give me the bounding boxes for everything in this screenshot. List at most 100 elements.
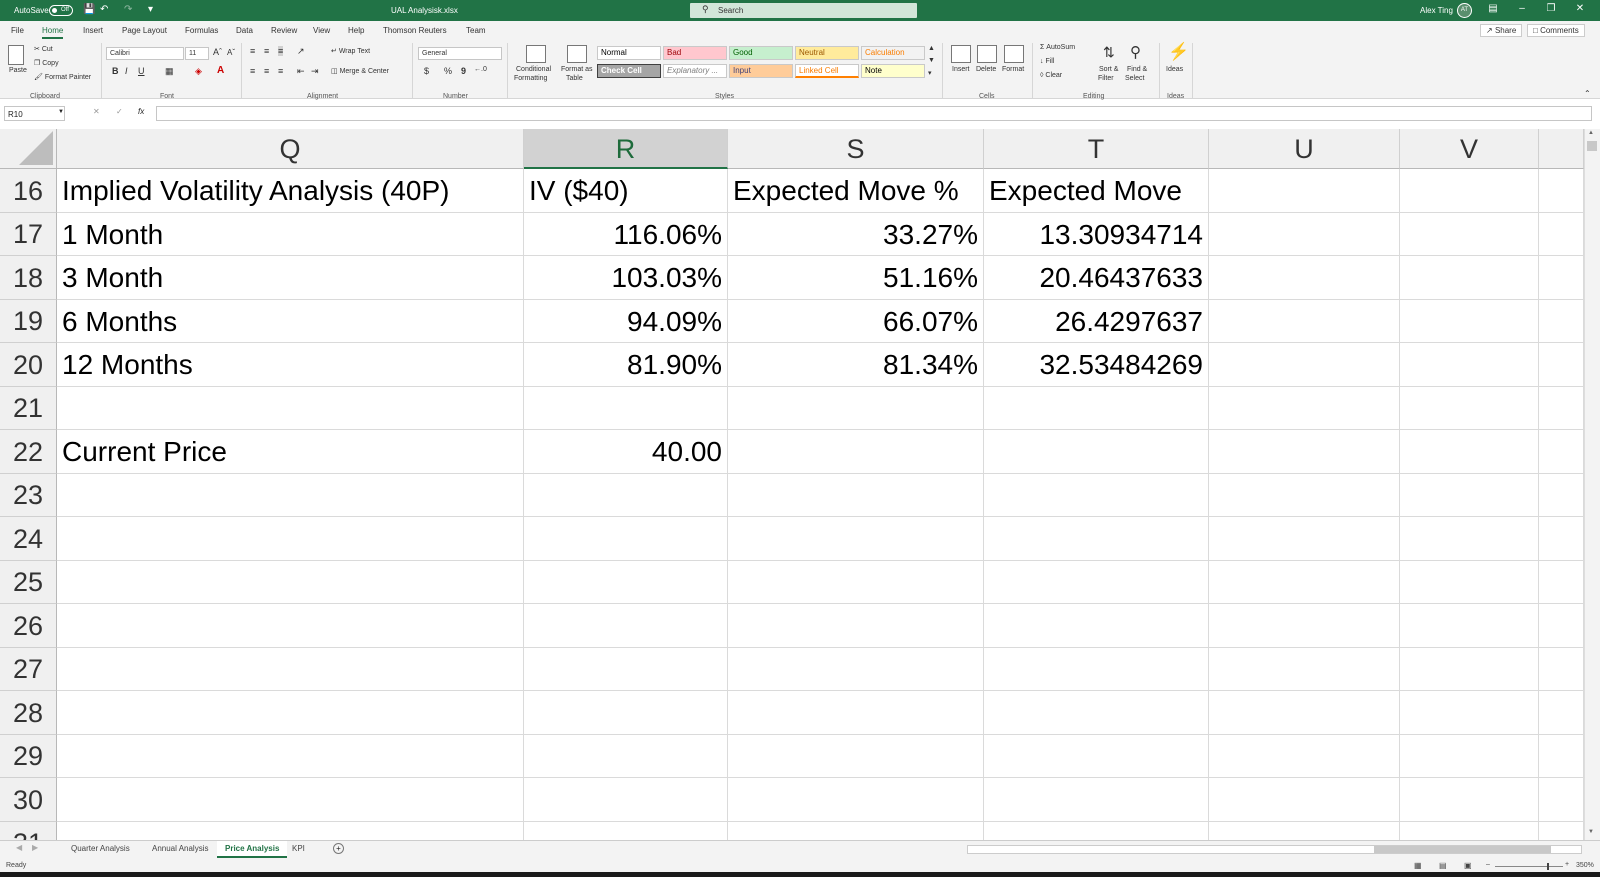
align-left-icon[interactable]: ≡ — [250, 66, 255, 76]
cell-v26[interactable] — [1400, 604, 1539, 648]
cell-u18[interactable] — [1209, 256, 1400, 300]
cell-q24[interactable] — [57, 517, 524, 561]
formula-input[interactable] — [156, 106, 1592, 121]
cell-v28[interactable] — [1400, 691, 1539, 735]
cell-s23[interactable] — [728, 474, 984, 517]
cell-s24[interactable] — [728, 517, 984, 561]
cell-t27[interactable] — [984, 648, 1209, 691]
cell-q26[interactable] — [57, 604, 524, 648]
save-icon[interactable]: 💾 — [83, 4, 95, 16]
cell-t20[interactable]: 32.53484269 — [984, 343, 1209, 387]
cell-v16[interactable] — [1400, 169, 1539, 213]
autosave-toggle[interactable]: Off — [49, 5, 73, 16]
cell-q29[interactable] — [57, 735, 524, 778]
cell-u21[interactable] — [1209, 387, 1400, 430]
cell-v23[interactable] — [1400, 474, 1539, 517]
cell-u25[interactable] — [1209, 561, 1400, 604]
scroll-thumb[interactable] — [1587, 141, 1597, 151]
zoom-slider[interactable] — [1495, 863, 1563, 870]
vertical-scrollbar[interactable]: ▲ ▼ — [1584, 129, 1600, 840]
cell-s20[interactable]: 81.34% — [728, 343, 984, 387]
column-header-v[interactable]: V — [1400, 129, 1539, 169]
cell-u29[interactable] — [1209, 735, 1400, 778]
fill-button[interactable]: ↓ Fill — [1040, 58, 1054, 65]
styles-scroll-up-icon[interactable]: ▲ — [928, 45, 935, 52]
format-painter-button[interactable]: 🖌 Format Painter — [34, 73, 91, 81]
cell-s26[interactable] — [728, 604, 984, 648]
scroll-down-icon[interactable]: ▼ — [1588, 829, 1594, 835]
cell-u23[interactable] — [1209, 474, 1400, 517]
sort-label[interactable]: Sort & — [1099, 66, 1118, 73]
file-name[interactable]: UAL Analysisk.xlsx — [391, 6, 458, 15]
redo-icon[interactable]: ↷ — [124, 4, 132, 16]
conditional-formatting-icon[interactable] — [526, 45, 546, 63]
wrap-text-button[interactable]: ↵ Wrap Text — [331, 47, 370, 55]
share-button[interactable]: ↗ Share — [1480, 24, 1523, 37]
cell-r31[interactable] — [524, 822, 728, 840]
sort-filter-icon[interactable]: ⇅ — [1103, 44, 1115, 61]
borders-icon[interactable]: ▦ — [165, 66, 174, 77]
cell-style-check-cell[interactable]: Check Cell — [597, 64, 661, 78]
row-header-28[interactable]: 28 — [0, 691, 57, 735]
cell-partial-21[interactable] — [1539, 387, 1584, 430]
row-header-18[interactable]: 18 — [0, 256, 57, 300]
cell-r20[interactable]: 81.90% — [524, 343, 728, 387]
cell-v22[interactable] — [1400, 430, 1539, 474]
row-header-19[interactable]: 19 — [0, 300, 57, 343]
page-layout-view-icon[interactable]: ▤ — [1439, 861, 1447, 870]
column-header-r[interactable]: R — [524, 129, 728, 169]
row-header-22[interactable]: 22 — [0, 430, 57, 474]
cell-t19[interactable]: 26.4297637 — [984, 300, 1209, 343]
paste-button[interactable]: Paste — [9, 67, 27, 74]
cell-partial-28[interactable] — [1539, 691, 1584, 735]
column-header-partial[interactable] — [1539, 129, 1584, 169]
cell-partial-17[interactable] — [1539, 213, 1584, 256]
cell-r18[interactable]: 103.03% — [524, 256, 728, 300]
minimize-icon[interactable]: – — [1512, 3, 1532, 14]
cell-partial-31[interactable] — [1539, 822, 1584, 840]
cell-style-explanatory[interactable]: Explanatory ... — [663, 64, 727, 78]
cell-q30[interactable] — [57, 778, 524, 822]
cell-q31[interactable] — [57, 822, 524, 840]
cell-t30[interactable] — [984, 778, 1209, 822]
align-middle-icon[interactable]: ≡ — [264, 46, 269, 56]
cell-s28[interactable] — [728, 691, 984, 735]
cell-q18[interactable]: 3 Month — [57, 256, 524, 300]
cell-style-bad[interactable]: Bad — [663, 46, 727, 60]
currency-button[interactable]: $ — [424, 66, 429, 76]
row-header-31[interactable]: 31 — [0, 822, 57, 840]
comments-button[interactable]: □ Comments — [1527, 24, 1585, 37]
prev-sheet-icon[interactable]: ◀ — [16, 843, 22, 852]
cell-partial-26[interactable] — [1539, 604, 1584, 648]
column-header-t[interactable]: T — [984, 129, 1209, 169]
row-header-17[interactable]: 17 — [0, 213, 57, 256]
italic-button[interactable]: I — [125, 66, 128, 76]
find-select-icon[interactable]: ⚲ — [1130, 43, 1141, 61]
menu-file[interactable]: File — [11, 26, 24, 35]
cell-u20[interactable] — [1209, 343, 1400, 387]
restore-icon[interactable]: ❐ — [1541, 3, 1561, 14]
tab-price-analysis[interactable]: Price Analysis — [217, 841, 288, 858]
delete-cells-button[interactable]: Delete — [976, 66, 996, 73]
align-center-icon[interactable]: ≡ — [264, 66, 269, 76]
cell-partial-27[interactable] — [1539, 648, 1584, 691]
cell-u30[interactable] — [1209, 778, 1400, 822]
cell-v30[interactable] — [1400, 778, 1539, 822]
cell-t22[interactable] — [984, 430, 1209, 474]
menu-thomson-reuters[interactable]: Thomson Reuters — [383, 26, 447, 35]
font-size-box[interactable]: 11 — [185, 47, 209, 60]
column-header-q[interactable]: Q — [57, 129, 524, 169]
find-label[interactable]: Find & — [1127, 66, 1147, 73]
comma-button[interactable]: 9 — [461, 66, 466, 76]
ribbon-display-icon[interactable]: ▤ — [1483, 3, 1503, 14]
cell-s21[interactable] — [728, 387, 984, 430]
cell-q19[interactable]: 6 Months — [57, 300, 524, 343]
select-label[interactable]: Select — [1125, 75, 1144, 82]
ideas-button[interactable]: Ideas — [1166, 66, 1183, 73]
horizontal-scrollbar[interactable] — [967, 845, 1582, 854]
cell-style-neutral[interactable]: Neutral — [795, 46, 859, 60]
menu-team[interactable]: Team — [466, 26, 486, 35]
cell-r26[interactable] — [524, 604, 728, 648]
increase-decimal-icon[interactable]: ←.0 — [474, 66, 487, 73]
cell-u24[interactable] — [1209, 517, 1400, 561]
